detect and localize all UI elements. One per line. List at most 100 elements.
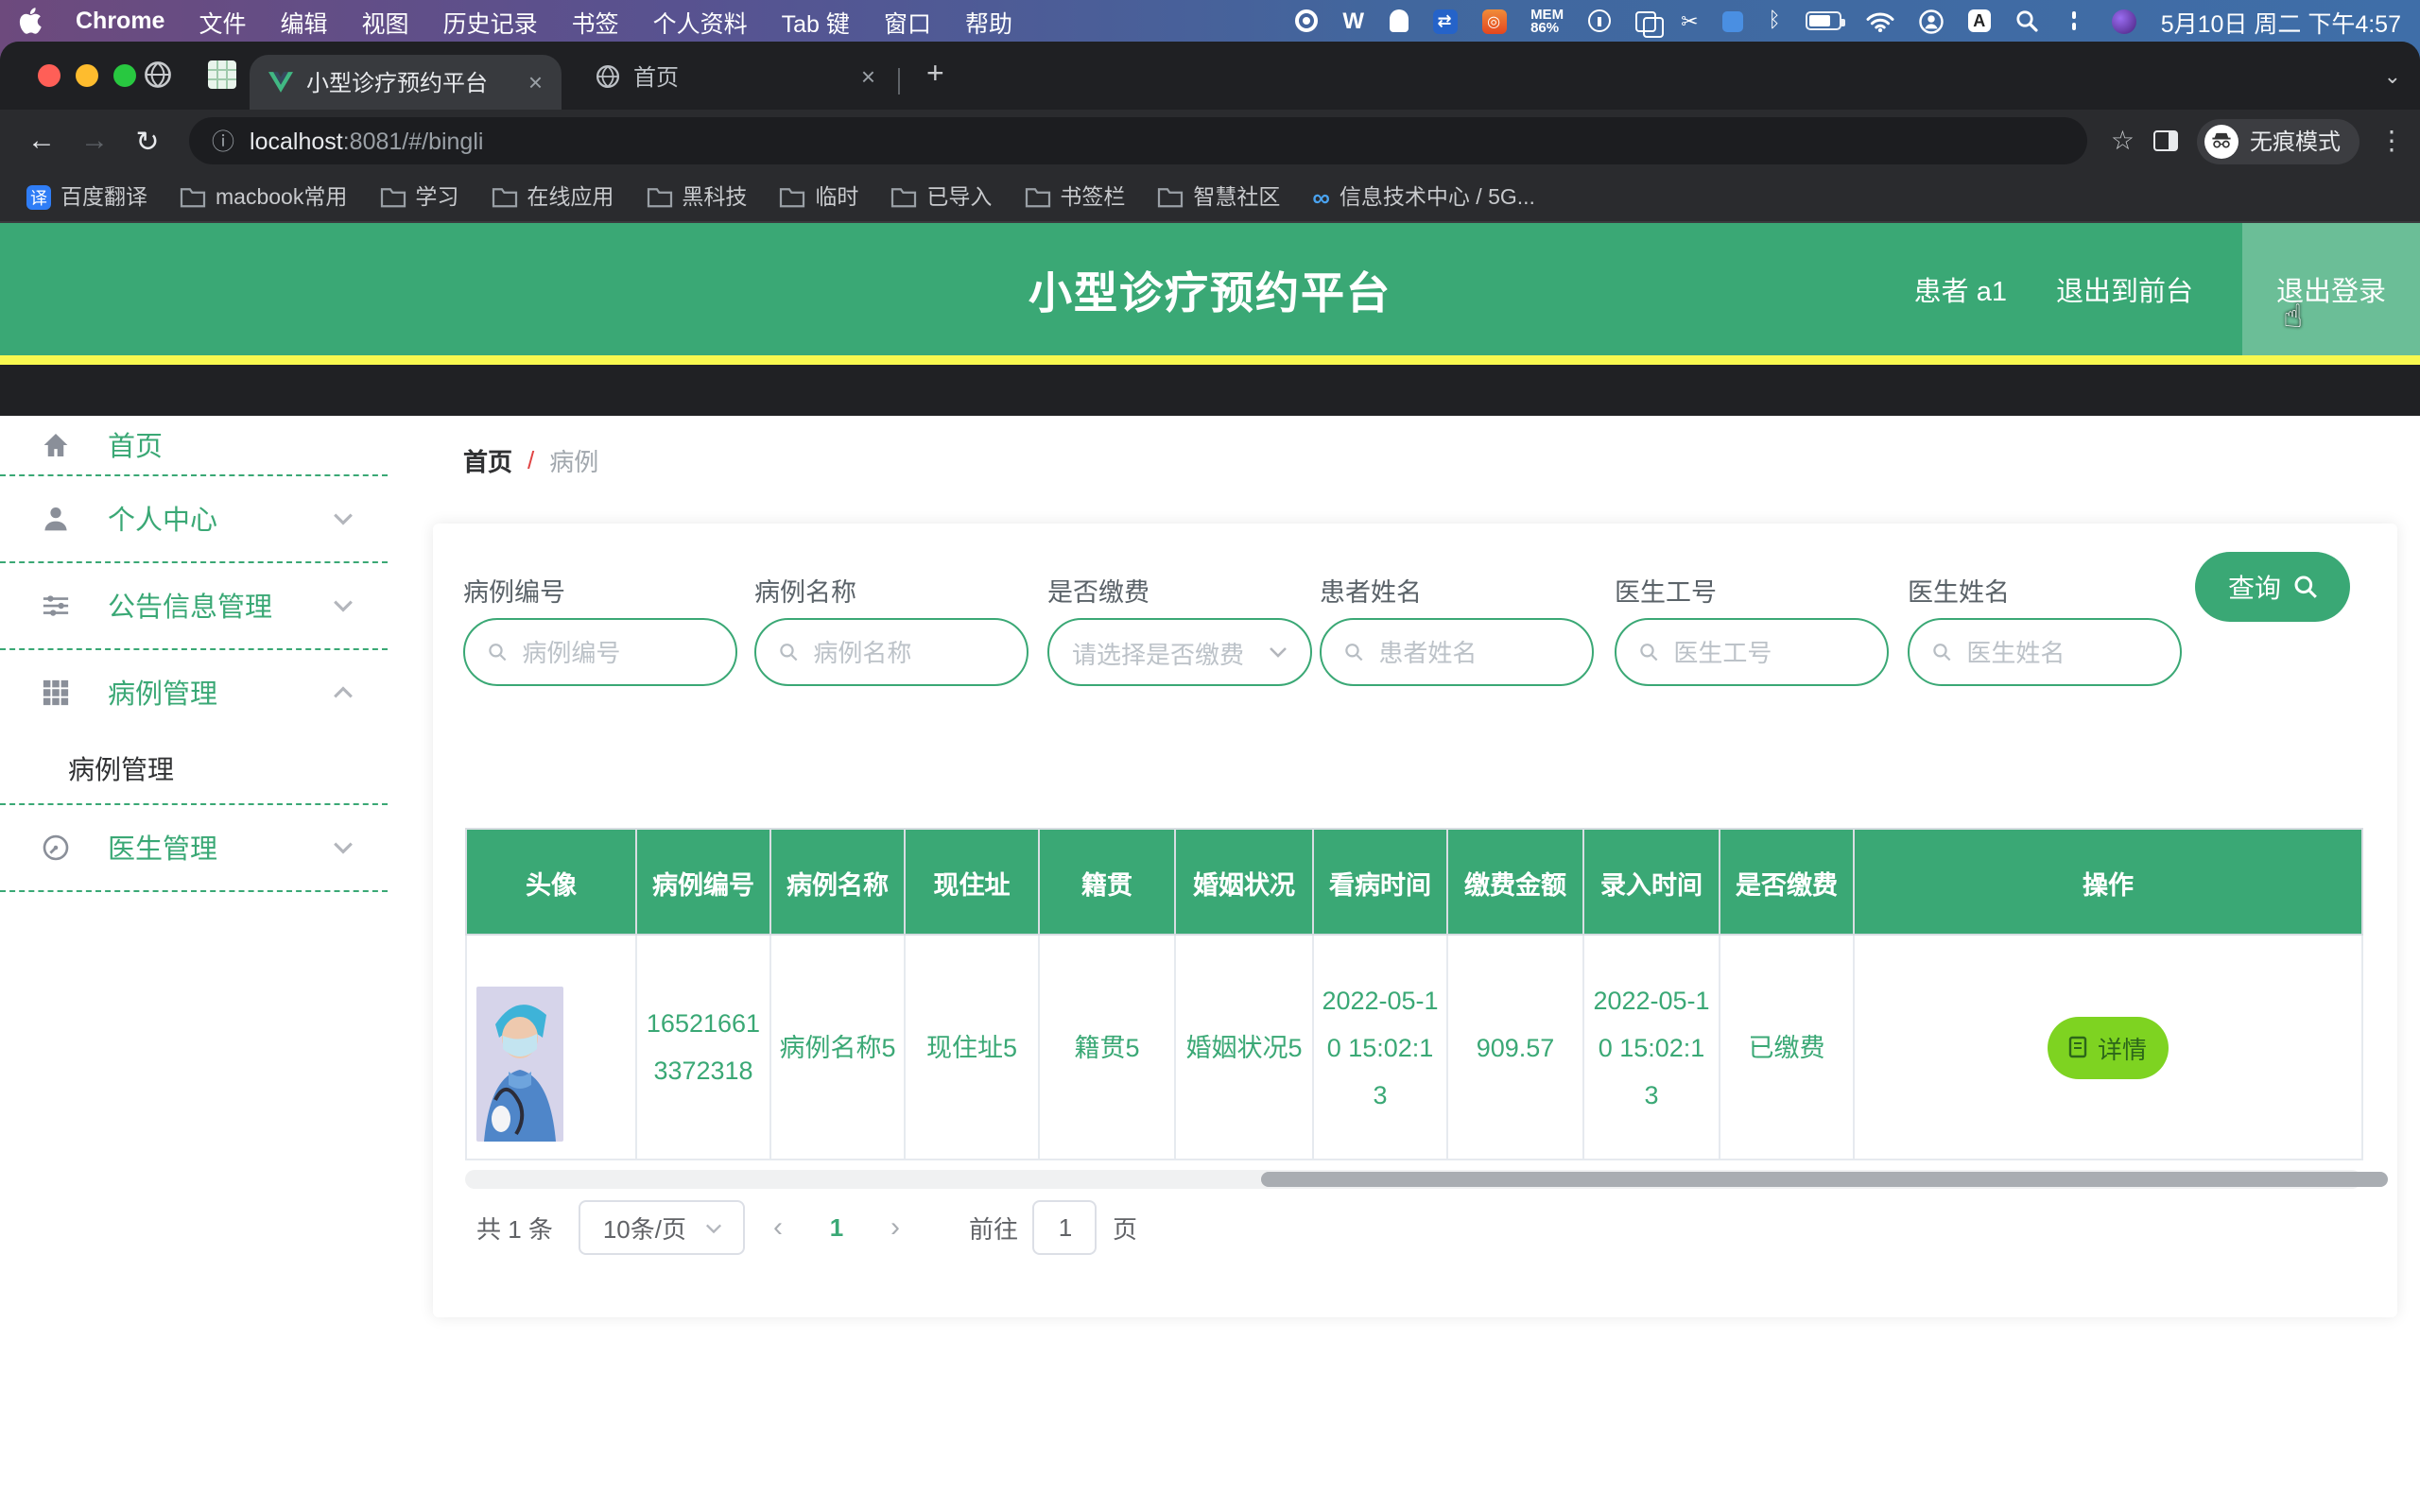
cell-hometown: 籍贯5 <box>1039 935 1175 1160</box>
menubar-item-profile[interactable]: 个人资料 <box>653 3 748 39</box>
mouse-cursor: ☝ <box>2283 299 2303 336</box>
doctor-name-input[interactable] <box>1966 638 2157 666</box>
assistant-icon[interactable] <box>2112 9 2136 33</box>
case-table: 头像 病例编号 病例名称 现住址 籍贯 婚姻状况 看病时间 缴费金额 录入时间 … <box>465 828 2363 1160</box>
case-id-input[interactable] <box>522 638 713 666</box>
tab-strip: 小型诊疗预约平台 × 首页 × + ⌄ <box>0 42 2420 110</box>
search-icon <box>1932 641 1951 663</box>
current-page[interactable]: 1 <box>810 1213 863 1242</box>
next-page-button[interactable]: › <box>863 1211 927 1244</box>
tab-search-chevron-icon[interactable]: ⌄ <box>2384 64 2401 89</box>
bookmark-star-icon[interactable]: ☆ <box>2111 125 2135 157</box>
col-address: 现住址 <box>905 829 1039 935</box>
search-button[interactable]: 查询 <box>2195 552 2350 622</box>
incognito-label: 无痕模式 <box>2250 125 2341 157</box>
menubar-item-history[interactable]: 历史记录 <box>443 3 538 39</box>
sidebar-item-home[interactable]: 首页 <box>0 416 388 476</box>
close-tab-icon[interactable]: × <box>861 62 875 91</box>
menubar-item-window[interactable]: 窗口 <box>884 3 931 39</box>
tab-clinic-platform[interactable]: 小型诊疗预约平台 × <box>250 55 562 110</box>
memory-monitor[interactable]: MEM86% <box>1530 7 1564 35</box>
windows-copy-icon[interactable] <box>1635 10 1656 31</box>
search-icon <box>2292 575 2317 599</box>
menubar-item-tab[interactable]: Tab 键 <box>782 3 850 39</box>
detail-button[interactable]: 详情 <box>2048 1016 2169 1078</box>
bookmark-folder-smart-community[interactable]: 智慧社区 <box>1157 181 1280 212</box>
chrome-menu-icon[interactable]: ⋮ <box>2378 125 2405 157</box>
sidebar-subitem-case-mgmt[interactable]: 病例管理 <box>0 735 388 803</box>
onepassword-icon[interactable] <box>1588 9 1611 32</box>
menubar-item-edit[interactable]: 编辑 <box>281 3 328 39</box>
wifi-icon[interactable] <box>1866 10 1894 31</box>
record-icon[interactable] <box>1295 9 1318 32</box>
scrollbar-thumb[interactable] <box>1261 1172 2388 1187</box>
address-bar[interactable]: ⓘ localhost:8081/#/bingli <box>189 117 2087 164</box>
col-amount: 缴费金额 <box>1447 829 1583 935</box>
case-list-card: 病例编号 病例名称 是否缴费 患者姓名 医生工号 医生姓名 <box>433 524 2397 1317</box>
ubuntu-icon[interactable]: ◎ <box>1481 9 1506 33</box>
bookmark-baidu-translate[interactable]: 译百度翻译 <box>26 181 147 212</box>
case-name-input[interactable] <box>813 638 1004 666</box>
cell-avatar <box>466 935 636 1160</box>
sidebar-item-doctor-mgmt[interactable]: 医生管理 <box>0 805 388 892</box>
control-center-icon[interactable] <box>2063 10 2087 31</box>
bookmark-folder-study[interactable]: 学习 <box>379 181 458 212</box>
new-tab-button[interactable]: + <box>926 59 944 93</box>
menubar-datetime[interactable]: 5月10日 周二 下午4:57 <box>2161 3 2401 39</box>
globe-icon[interactable] <box>144 60 172 89</box>
incognito-badge[interactable]: 无痕模式 <box>2197 118 2360 163</box>
notification-ghost-icon[interactable] <box>1389 9 1408 32</box>
minimize-window-button[interactable] <box>76 64 98 87</box>
side-panel-icon[interactable] <box>2153 130 2178 151</box>
teamviewer-icon[interactable]: ⇄ <box>1432 9 1457 33</box>
exit-to-front-link[interactable]: 退出到前台 <box>2056 269 2193 309</box>
breadcrumb-home[interactable]: 首页 <box>463 442 512 478</box>
menubar-item-file[interactable]: 文件 <box>199 3 246 39</box>
back-button[interactable]: ← <box>15 125 68 157</box>
sidebar-item-personal-center[interactable]: 个人中心 <box>0 476 388 563</box>
sidebar-item-case-mgmt[interactable]: 病例管理 <box>0 650 388 735</box>
bookmark-folder-macbook[interactable]: macbook常用 <box>180 181 347 212</box>
current-user-label[interactable]: 患者 a1 <box>1914 269 2007 309</box>
logout-link[interactable]: 退出登录 <box>2242 223 2420 355</box>
goto-page-input[interactable] <box>1033 1200 1098 1255</box>
filter-label-paid: 是否缴费 <box>1047 571 1150 609</box>
menubar-item-help[interactable]: 帮助 <box>965 3 1012 39</box>
bookmark-folder-temp[interactable]: 临时 <box>779 181 858 212</box>
prev-page-button[interactable]: ‹ <box>746 1211 810 1244</box>
bluetooth-icon[interactable]: ᛒ <box>1769 9 1781 32</box>
apple-icon[interactable] <box>19 8 42 34</box>
bookmark-folder-bookmarks[interactable]: 书签栏 <box>1024 181 1125 212</box>
tab-home[interactable]: 首页 × <box>577 49 894 104</box>
grid-favicon[interactable] <box>208 60 236 89</box>
menubar-item-chrome[interactable]: Chrome <box>76 8 164 34</box>
sidebar-item-announcement-mgmt[interactable]: 公告信息管理 <box>0 563 388 650</box>
account-icon[interactable] <box>1919 9 1944 33</box>
doctor-name-input-wrap <box>1908 618 2182 686</box>
close-tab-icon[interactable]: × <box>528 68 543 96</box>
menubar-item-bookmarks[interactable]: 书签 <box>572 3 619 39</box>
patient-name-input[interactable] <box>1378 638 1569 666</box>
zoom-window-button[interactable] <box>113 64 136 87</box>
bookmark-folder-online-apps[interactable]: 在线应用 <box>491 181 614 212</box>
paid-select[interactable]: 请选择是否缴费 <box>1047 618 1312 686</box>
doctor-id-input[interactable] <box>1673 638 1864 666</box>
battery-icon[interactable] <box>1806 11 1841 30</box>
bookmark-folder-blacktech[interactable]: 黑科技 <box>646 181 747 212</box>
table-header-row: 头像 病例编号 病例名称 现住址 籍贯 婚姻状况 看病时间 缴费金额 录入时间 … <box>466 829 2362 935</box>
spotlight-icon[interactable] <box>2015 9 2038 32</box>
wps-icon[interactable]: W <box>1342 8 1364 34</box>
menubar-item-view[interactable]: 视图 <box>362 3 409 39</box>
bookmark-it-center[interactable]: ∞信息技术中心 / 5G... <box>1312 181 1535 212</box>
input-source-icon[interactable]: A <box>1968 9 1991 32</box>
forward-button[interactable]: → <box>68 125 121 157</box>
close-window-button[interactable] <box>38 64 60 87</box>
bookmark-folder-imported[interactable]: 已导入 <box>890 181 992 212</box>
scissors-icon[interactable]: ✂ <box>1681 9 1698 33</box>
reload-button[interactable]: ↻ <box>121 124 174 158</box>
page-size-select[interactable]: 10条/页 <box>579 1200 746 1255</box>
site-info-icon[interactable]: ⓘ <box>212 125 234 157</box>
horizontal-scrollbar[interactable] <box>465 1170 2361 1189</box>
col-marital: 婚姻状况 <box>1175 829 1313 935</box>
blue-square-icon[interactable] <box>1723 10 1744 31</box>
